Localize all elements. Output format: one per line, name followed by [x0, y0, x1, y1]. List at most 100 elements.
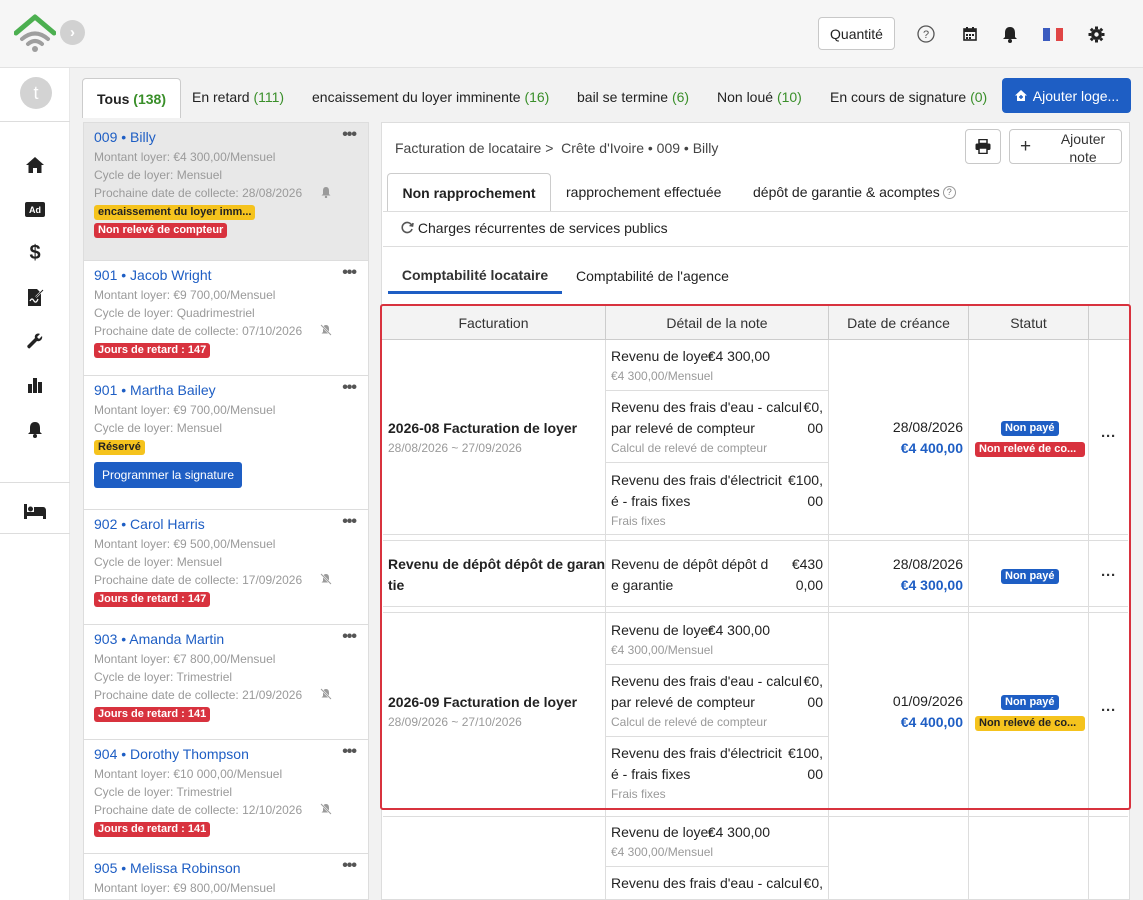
bed-icon[interactable]: [22, 500, 48, 522]
late-days-badge: Jours de retard : 141: [94, 822, 211, 837]
print-button[interactable]: [965, 129, 1001, 164]
more-options-icon[interactable]: •••: [342, 126, 357, 144]
expand-sidebar-chevron-icon[interactable]: ›: [60, 20, 85, 45]
billing-title[interactable]: Revenu de dépôt dépôt de garan: [388, 554, 605, 575]
row-divider: [383, 540, 1128, 541]
quantity-button[interactable]: Quantité: [818, 17, 895, 50]
settings-gear-icon[interactable]: [1086, 24, 1106, 44]
col-status[interactable]: Statut: [969, 305, 1089, 340]
tab-late[interactable]: En retard (111): [192, 77, 284, 117]
row-more-options-icon[interactable]: ···: [1101, 702, 1116, 719]
tab-count: (16): [524, 89, 550, 105]
home-icon[interactable]: [22, 154, 48, 176]
tab-all[interactable]: Tous (138): [82, 78, 181, 118]
list-item[interactable]: 905 • Melissa Robinson ••• Montant loyer…: [84, 854, 368, 899]
row-divider: [383, 606, 1128, 607]
help-icon[interactable]: ?: [942, 185, 956, 199]
row-more-options-icon[interactable]: ···: [1101, 428, 1116, 445]
rent-amount: Montant loyer: €9 500,00/Mensuel: [94, 537, 276, 551]
add-note-label: Ajouter note: [1060, 131, 1106, 165]
more-options-icon[interactable]: •••: [342, 379, 357, 397]
help-icon[interactable]: ?: [916, 24, 936, 44]
list-item[interactable]: 902 • Carol Harris ••• Montant loyer: €9…: [84, 510, 368, 625]
rent-amount: Montant loyer: €7 800,00/Mensuel: [94, 652, 276, 666]
list-item[interactable]: 901 • Jacob Wright ••• Montant loyer: €9…: [84, 261, 368, 376]
reserved-badge: Réservé: [94, 440, 145, 455]
note-line-deposit-2: e garantie 0,00: [611, 577, 823, 593]
rent-cycle: Cycle de loyer: Mensuel: [94, 555, 223, 569]
recurring-utility-charges-link[interactable]: Charges récurrentes de services publics: [401, 220, 668, 236]
tab-tenant-accounting[interactable]: Comptabilité locataire: [388, 258, 562, 294]
user-avatar[interactable]: t: [20, 77, 52, 109]
rent-amount: Montant loyer: €9 800,00/Mensuel: [94, 881, 276, 895]
list-item[interactable]: 901 • Martha Bailey ••• Montant loyer: €…: [84, 376, 368, 510]
french-flag-icon[interactable]: [1043, 24, 1063, 44]
calendar-icon[interactable]: [960, 24, 980, 44]
late-days-badge: Jours de retard : 147: [94, 343, 211, 358]
breadcrumb-billing[interactable]: Facturation de locataire >: [395, 140, 553, 156]
col-billing[interactable]: Facturation: [382, 305, 606, 340]
billing-title[interactable]: 2026-08 Facturation de loyer: [388, 418, 577, 439]
tab-reconciled[interactable]: rapprochement effectuée: [566, 173, 721, 211]
muted-bell-icon[interactable]: [320, 803, 332, 815]
divider: [383, 246, 1128, 247]
tab-deposit-advances[interactable]: dépôt de garantie & acomptes?: [753, 173, 956, 211]
muted-bell-icon[interactable]: [320, 573, 332, 585]
list-item[interactable]: 009 • Billy ••• Montant loyer: €4 300,00…: [84, 123, 368, 261]
unit-title[interactable]: 901 • Jacob Wright: [94, 266, 358, 286]
tab-rent-imminent[interactable]: encaissement du loyer imminente (16): [312, 77, 549, 117]
tab-not-rented[interactable]: Non loué (10): [717, 77, 802, 117]
rent-cycle: Cycle de loyer: Trimestriel: [94, 785, 233, 799]
more-options-icon[interactable]: •••: [342, 857, 357, 875]
bell-icon[interactable]: [1000, 24, 1020, 44]
add-note-button[interactable]: + Ajouter note: [1009, 129, 1122, 165]
meter-not-read-badge: Non relevé de co...: [975, 442, 1085, 457]
ad-icon[interactable]: Ad: [22, 198, 48, 220]
more-options-icon[interactable]: •••: [342, 264, 357, 282]
unit-title[interactable]: 905 • Melissa Robinson: [94, 859, 358, 879]
bar-chart-icon[interactable]: [22, 374, 48, 396]
refresh-icon: [401, 221, 414, 234]
billing-title-2[interactable]: tie: [388, 575, 404, 596]
list-item[interactable]: 903 • Amanda Martin ••• Montant loyer: €…: [84, 625, 368, 740]
unit-title[interactable]: 009 • Billy: [94, 128, 358, 148]
next-collection-date: Prochaine date de collecte: 28/08/2026: [94, 184, 358, 202]
more-options-icon[interactable]: •••: [342, 743, 357, 761]
tab-agency-accounting[interactable]: Comptabilité de l'agence: [576, 258, 729, 294]
wrench-icon[interactable]: [22, 330, 48, 352]
col-note-detail[interactable]: Détail de la note: [606, 305, 829, 340]
row-divider: [383, 816, 1128, 817]
tab-signing[interactable]: En cours de signature (0): [830, 77, 987, 117]
tab-count: (10): [776, 89, 802, 105]
notification-bell-icon[interactable]: [22, 418, 48, 440]
tab-label: encaissement du loyer imminente: [312, 89, 521, 105]
muted-bell-icon[interactable]: [320, 324, 332, 336]
note-line-sub: Frais fixes: [611, 787, 666, 801]
status-badge: encaissement du loyer imm...: [94, 205, 256, 220]
billing-title[interactable]: 2026-09 Facturation de loyer: [388, 692, 577, 713]
tab-lease-ending[interactable]: bail se termine (6): [577, 77, 689, 117]
more-options-icon[interactable]: •••: [342, 628, 357, 646]
list-item[interactable]: 904 • Dorothy Thompson ••• Montant loyer…: [84, 740, 368, 854]
muted-bell-icon[interactable]: [320, 688, 332, 700]
status-badge: Non relevé de compteur: [94, 223, 228, 238]
due-date: 28/08/2026: [892, 419, 963, 435]
unit-title[interactable]: 903 • Amanda Martin: [94, 630, 358, 650]
contract-signature-icon[interactable]: [22, 286, 48, 308]
rent-amount: Montant loyer: €9 700,00/Mensuel: [94, 403, 276, 417]
more-options-icon[interactable]: •••: [342, 513, 357, 531]
unit-title[interactable]: 904 • Dorothy Thompson: [94, 745, 358, 765]
reminder-bell-icon[interactable]: [320, 186, 332, 198]
meter-not-read-badge: Non relevé de co...: [975, 716, 1085, 731]
schedule-signature-button[interactable]: Programmer la signature: [94, 462, 243, 488]
printer-icon: [975, 139, 991, 154]
unit-title[interactable]: 902 • Carol Harris: [94, 515, 358, 535]
add-housing-button[interactable]: Ajouter loge...: [1002, 78, 1131, 113]
row-more-options-icon[interactable]: ···: [1101, 567, 1116, 584]
billing-period: 28/08/2026 ~ 27/09/2026: [388, 441, 522, 455]
dollar-icon[interactable]: $: [22, 242, 48, 264]
home-wifi-logo-icon[interactable]: [13, 14, 57, 54]
tab-non-reconciliation[interactable]: Non rapprochement: [387, 173, 551, 212]
col-due-date[interactable]: Date de créance: [829, 305, 969, 340]
unit-title[interactable]: 901 • Martha Bailey: [94, 381, 358, 401]
